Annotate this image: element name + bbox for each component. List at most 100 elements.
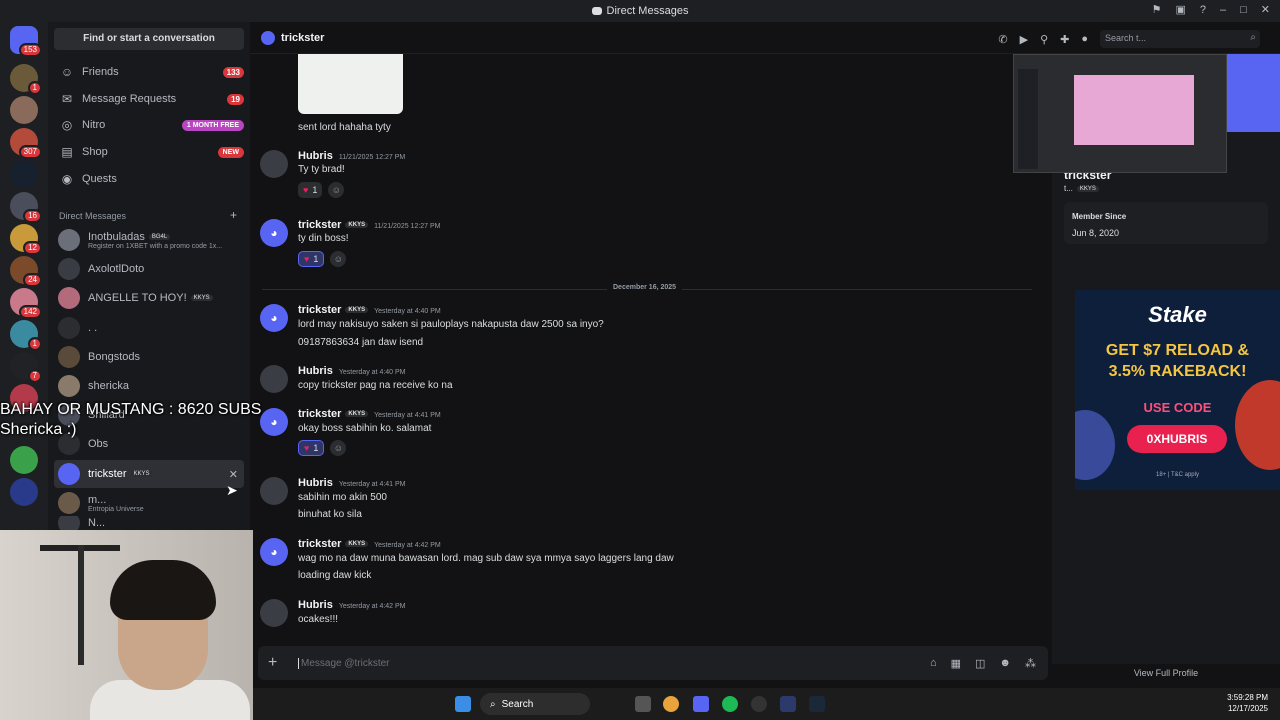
profile-handle: t... KKYS	[1064, 184, 1099, 193]
maximize-button[interactable]: □	[1240, 4, 1247, 16]
find-conversation-button[interactable]: Find or start a conversation	[54, 28, 244, 50]
search-input[interactable]: Search t... ⌕	[1100, 30, 1260, 48]
add-reaction-icon[interactable]: ☺	[330, 251, 347, 267]
gift-icon[interactable]: ⌂	[930, 657, 937, 670]
image-attachment[interactable]	[298, 54, 403, 114]
reactions: ♥ 1 ☺	[298, 251, 347, 267]
server-icon[interactable]: 1	[10, 64, 42, 95]
discord-icon[interactable]	[693, 696, 709, 712]
avatar[interactable]	[260, 150, 288, 178]
attach-plus-icon[interactable]: +	[268, 654, 288, 672]
add-reaction-icon[interactable]: ☺	[328, 182, 345, 198]
server-icon[interactable]	[10, 96, 38, 124]
message-text: wag mo na daw muna bawasan lord. mag sub…	[298, 553, 674, 564]
server-icon[interactable]: 142	[10, 288, 42, 319]
video-icon[interactable]: ▶	[1020, 33, 1028, 46]
dm-item[interactable]: Bongstods	[54, 343, 244, 371]
author-name[interactable]: Hubris	[298, 365, 333, 377]
avatar[interactable]: ◕	[260, 219, 288, 247]
dm-item[interactable]: AxolotlDoto	[54, 255, 244, 283]
dm-item[interactable]: Inotbuladas BG4L Register on 1XBET with a …	[54, 226, 244, 254]
avatar[interactable]: ◕	[260, 408, 288, 436]
dm-name: Inotbuladas	[88, 230, 145, 243]
add-friends-icon[interactable]: ✚	[1060, 33, 1069, 46]
server-icon[interactable]	[10, 446, 38, 474]
close-dm-icon[interactable]: ✕	[229, 468, 238, 481]
reactions: ♥ 1 ☺	[298, 182, 345, 198]
server-icon[interactable]	[10, 478, 38, 506]
file-explorer-icon[interactable]	[635, 696, 651, 712]
heart-reaction[interactable]: ♥ 1	[298, 182, 323, 198]
timestamp: Yesterday at 4:42 PM	[338, 603, 406, 610]
server-icon[interactable]	[10, 160, 38, 188]
app-icon[interactable]	[780, 696, 796, 712]
avatar	[58, 463, 80, 485]
author-name[interactable]: Hubris	[298, 599, 333, 611]
avatar[interactable]: ◕	[260, 304, 288, 332]
author-name[interactable]: trickster	[298, 304, 341, 316]
dm-item[interactable]: ANGELLE TO HOY! KKYS	[54, 284, 244, 312]
author-name[interactable]: Hubris	[298, 477, 333, 489]
heart-reaction[interactable]: ♥ 1	[298, 251, 325, 267]
avatar[interactable]: ◕	[260, 538, 288, 566]
nav-shop[interactable]: ▤ Shop NEW	[54, 140, 244, 164]
spotify-icon[interactable]	[722, 696, 738, 712]
dm-item[interactable]: N...	[54, 516, 244, 530]
server-icon[interactable]: 16	[10, 192, 42, 223]
taskbar-clock[interactable]: 3:59:28 PM 12/17/2025	[1227, 692, 1268, 714]
dm-item[interactable]: m... Entropia Universe	[54, 489, 244, 517]
avatar[interactable]	[260, 365, 288, 393]
phone-icon[interactable]: ✆	[998, 33, 1007, 46]
dm-item[interactable]: . .	[54, 314, 244, 342]
start-icon[interactable]	[455, 696, 471, 712]
ad-use-code: USE CODE	[1143, 400, 1212, 415]
author-name[interactable]: trickster	[298, 408, 341, 420]
apps-icon[interactable]: ⁂	[1025, 657, 1036, 670]
server-icon[interactable]: 7	[10, 352, 42, 383]
author-name[interactable]: Hubris	[298, 150, 333, 162]
clan-tag: KKYS	[345, 541, 369, 548]
count-badge: 133	[222, 66, 244, 78]
server-icon[interactable]: 307	[10, 128, 42, 159]
steam-icon[interactable]	[809, 696, 825, 712]
chrome-icon[interactable]	[663, 696, 679, 712]
discord-icon	[591, 7, 602, 15]
webcam-person	[110, 560, 216, 620]
inbox-icon[interactable]: ▣	[1175, 3, 1185, 16]
nav-quests[interactable]: ◉ Quests	[54, 167, 244, 191]
home-button[interactable]: 153	[10, 26, 42, 57]
close-button[interactable]: ✕	[1261, 3, 1270, 16]
clan-tag: KKYS	[345, 307, 369, 314]
timestamp: Yesterday at 4:41 PM	[338, 481, 406, 488]
heart-reaction[interactable]: ♥ 1	[298, 440, 325, 456]
nav-friends[interactable]: ☺ Friends 133	[54, 60, 244, 84]
author-name[interactable]: trickster	[298, 538, 341, 550]
add-reaction-icon[interactable]: ☺	[330, 440, 347, 456]
minimize-button[interactable]: –	[1220, 4, 1226, 16]
server-icon[interactable]: 12	[10, 224, 42, 255]
message-composer[interactable]: + Message @trickster ⌂ ▦ ◫ ☻ ⁂	[258, 646, 1048, 680]
author-name[interactable]: trickster	[298, 219, 341, 231]
server-icon[interactable]: 1	[10, 320, 42, 351]
sticker-icon[interactable]: ◫	[975, 657, 985, 670]
taskbar-search[interactable]: ⌕ Search	[480, 693, 590, 715]
view-full-profile-link[interactable]: View Full Profile	[1052, 668, 1280, 678]
nav-message-requests[interactable]: ✉ Message Requests 19	[54, 87, 244, 111]
dm-item-trickster[interactable]: trickster KKYS ✕	[54, 460, 244, 488]
nav-nitro[interactable]: ◎ Nitro 1 MONTH FREE	[54, 113, 244, 137]
user-profile-icon[interactable]: ●	[1081, 33, 1088, 45]
emoji-icon[interactable]: ☻	[999, 657, 1011, 670]
profile-handle-text: t...	[1064, 184, 1073, 193]
avatar[interactable]	[260, 599, 288, 627]
help-icon[interactable]: ?	[1200, 4, 1206, 16]
pin-icon[interactable]: ⚲	[1040, 33, 1048, 46]
obs-icon[interactable]	[751, 696, 767, 712]
gif-icon[interactable]: ▦	[951, 657, 961, 670]
dm-item[interactable]: shericka	[54, 372, 244, 400]
server-icon[interactable]: 24	[10, 256, 42, 287]
avatar[interactable]	[260, 477, 288, 505]
avatar	[58, 516, 80, 530]
sponsor-ad: Stake GET $7 RELOAD & 3.5% RAKEBACK! USE …	[1075, 290, 1280, 490]
flag-icon[interactable]: ⚑	[1152, 3, 1162, 16]
plus-icon[interactable]: +	[230, 208, 237, 222]
